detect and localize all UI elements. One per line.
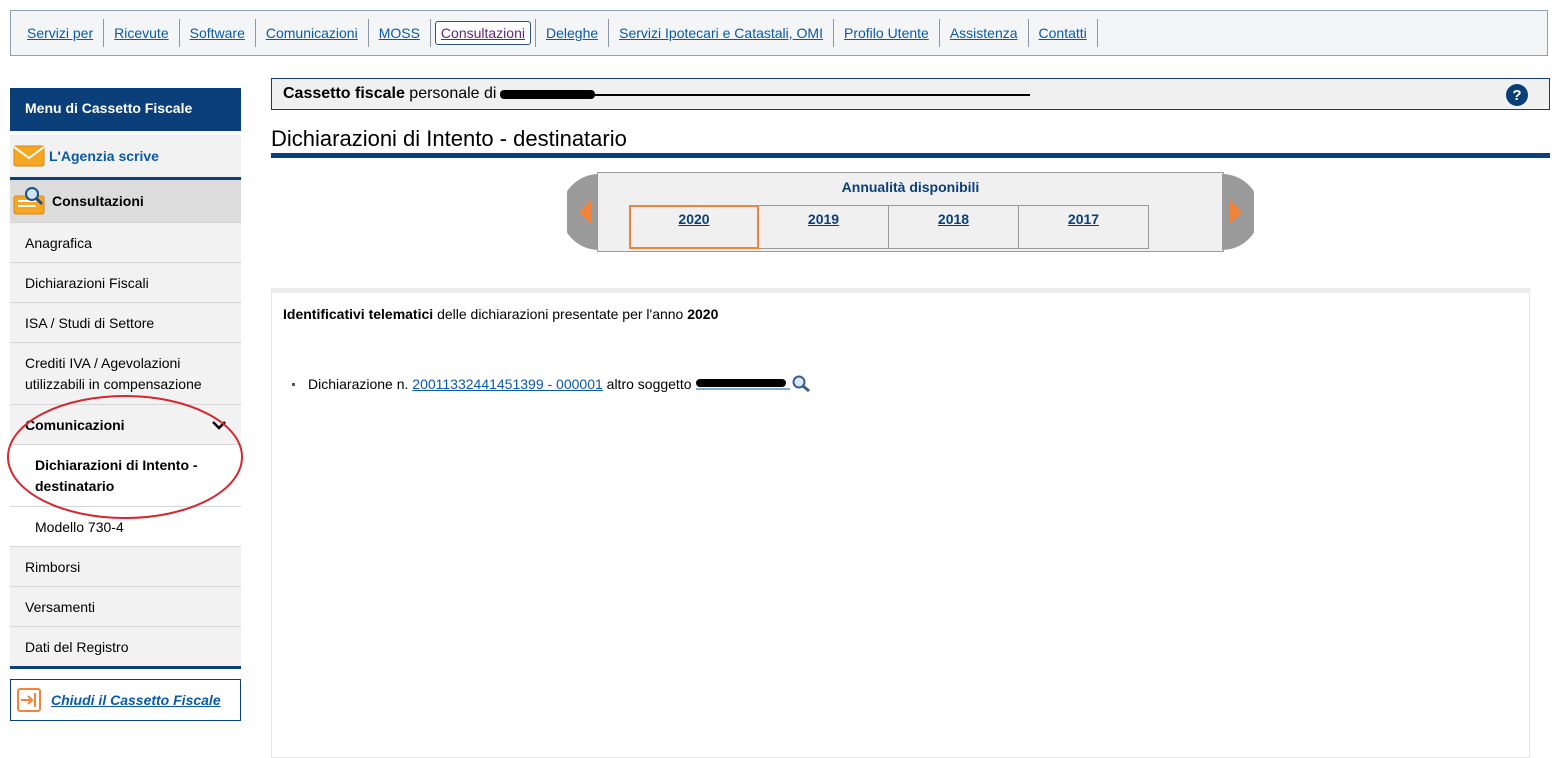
sidebar-item-dati-registro[interactable]: Dati del Registro: [10, 626, 241, 666]
header-text: personale di: [409, 85, 497, 102]
redacted-name: [500, 90, 1031, 99]
magnifier-icon[interactable]: [791, 375, 811, 393]
sidebar-item-anagrafica[interactable]: Anagrafica: [10, 222, 241, 262]
declaration-suffix: altro soggetto: [606, 376, 692, 392]
nav-servizi-per[interactable]: Servizi per: [17, 19, 105, 47]
intro-bold: Identificativi telematici: [283, 306, 434, 322]
declaration-prefix: Dichiarazione n.: [308, 376, 409, 392]
year-selector: Annualità disponibili 2020 2019 2018 201…: [597, 172, 1224, 252]
sidebar-item-dichiarazioni-fiscali[interactable]: Dichiarazioni Fiscali: [10, 262, 241, 302]
sidebar-item-isa[interactable]: ISA / Studi di Settore: [10, 302, 241, 342]
content-panel: Identificativi telematici delle dichiara…: [271, 288, 1530, 758]
year-selector-label: Annualità disponibili: [841, 179, 980, 195]
arrow-left-icon[interactable]: [567, 174, 599, 250]
sidebar-item-comunicazioni[interactable]: Comunicazioni: [10, 404, 241, 444]
nav-consultazioni[interactable]: Consultazioni: [431, 19, 535, 47]
top-navigation: Servizi per Ricevute Software Comunicazi…: [10, 10, 1548, 56]
sidebar-subitem-dichiarazioni-intento[interactable]: Dichiarazioni di Intento - destinatario: [10, 444, 241, 506]
nav-ricevute[interactable]: Ricevute: [104, 19, 180, 47]
bullet-icon: [292, 382, 295, 386]
nav-assistenza[interactable]: Assistenza: [940, 19, 1029, 47]
sidebar-item-agenzia-scrive[interactable]: L'Agenzia scrive: [10, 135, 241, 180]
intro-text: Identificativi telematici delle dichiara…: [283, 306, 718, 322]
help-icon[interactable]: ?: [1505, 83, 1529, 107]
year-tab-2018[interactable]: 2018: [889, 205, 1019, 249]
close-cassetto-label: Chiudi il Cassetto Fiscale: [51, 692, 221, 708]
nav-contatti[interactable]: Contatti: [1029, 19, 1098, 47]
nav-deleghe[interactable]: Deleghe: [534, 19, 610, 47]
arrow-right-icon[interactable]: [1222, 174, 1254, 250]
sidebar-divider: [10, 666, 241, 669]
cassetto-header: Cassetto fiscale personale di ?: [271, 78, 1550, 110]
declaration-number-link[interactable]: 20011332441451399 - 000001: [412, 376, 602, 392]
sidebar-item-consultazioni[interactable]: Consultazioni: [10, 180, 241, 222]
sidebar: Menu di Cassetto Fiscale L'Agenzia scriv…: [10, 88, 241, 721]
year-tab-2017[interactable]: 2017: [1019, 205, 1149, 249]
intro-body: delle dichiarazioni presentate per l'ann…: [437, 306, 684, 322]
sidebar-subitem-modello-730[interactable]: Modello 730-4: [10, 506, 241, 546]
year-tab-2019[interactable]: 2019: [759, 205, 889, 249]
sidebar-item-label: L'Agenzia scrive: [49, 148, 159, 164]
redacted-codice-fiscale[interactable]: [695, 378, 790, 390]
chevron-down-icon: [212, 420, 226, 430]
nav-profilo-utente[interactable]: Profilo Utente: [834, 19, 940, 47]
nav-software[interactable]: Software: [180, 19, 256, 47]
nav-moss[interactable]: MOSS: [369, 19, 431, 47]
nav-comunicazioni[interactable]: Comunicazioni: [256, 19, 369, 47]
sidebar-title: Menu di Cassetto Fiscale: [10, 88, 241, 131]
declaration-row: Dichiarazione n. 20011332441451399 - 000…: [292, 375, 811, 393]
sidebar-item-crediti-iva[interactable]: Crediti IVA / Agevolazioni utilizzabili …: [10, 342, 241, 404]
sidebar-item-label: Comunicazioni: [25, 416, 125, 433]
sidebar-item-label: Consultazioni: [52, 193, 144, 209]
year-tabs: 2020 2019 2018 2017: [629, 205, 1149, 249]
sidebar-item-rimborsi[interactable]: Rimborsi: [10, 546, 241, 586]
sidebar-item-versamenti[interactable]: Versamenti: [10, 586, 241, 626]
nav-servizi-ipotecari[interactable]: Servizi Ipotecari e Catastali, OMI: [609, 19, 834, 47]
svg-text:?: ?: [1512, 87, 1521, 104]
search-document-icon: [13, 187, 45, 215]
close-cassetto-button[interactable]: Chiudi il Cassetto Fiscale: [10, 679, 241, 721]
header-bold: Cassetto fiscale: [283, 85, 405, 102]
page-title: Dichiarazioni di Intento - destinatario: [271, 124, 1550, 158]
mail-icon: [13, 145, 45, 167]
intro-year: 2020: [687, 306, 719, 322]
exit-icon: [17, 688, 41, 712]
year-tab-2020[interactable]: 2020: [629, 205, 759, 249]
